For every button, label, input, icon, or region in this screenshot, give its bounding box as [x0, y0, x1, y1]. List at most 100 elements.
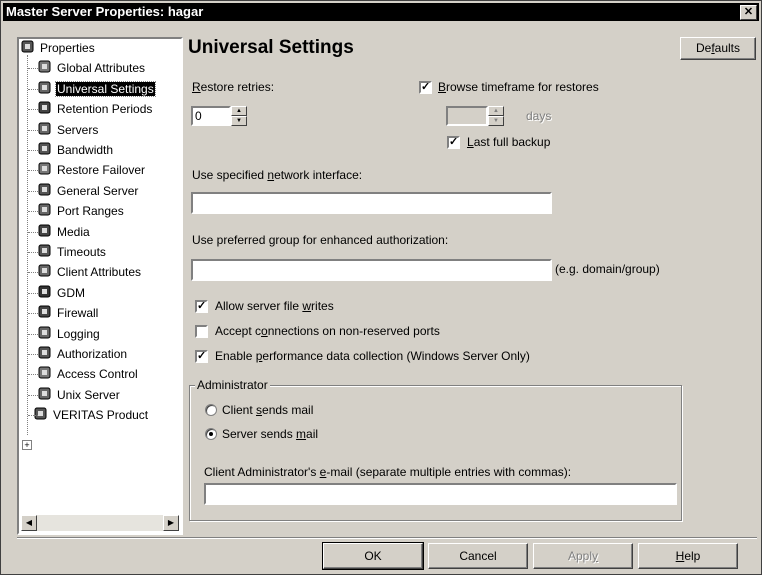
properties-tree[interactable]: VERITAS Product Unix Server Access Control… — [17, 37, 183, 535]
expand-veritas-product[interactable]: + — [22, 440, 32, 450]
days-input[interactable] — [446, 106, 488, 126]
properties-icon — [20, 40, 36, 54]
scroll-left-button[interactable]: ◀ — [21, 515, 37, 531]
global-attributes-icon — [37, 60, 53, 74]
restore-retries-spinner[interactable]: ▲ ▼ — [231, 106, 247, 126]
tree-item-gdm[interactable]: GDM — [28, 285, 86, 303]
tree-item-label: Logging — [57, 326, 100, 341]
tree-item-label: Authorization — [57, 347, 128, 361]
tree-item-global-attributes[interactable]: Global Attributes — [28, 60, 146, 78]
tree-branch-line — [28, 272, 38, 274]
tree-item-bandwidth[interactable]: Bandwidth — [28, 142, 114, 160]
preferred-group-input[interactable] — [191, 259, 552, 281]
restore-failover-icon — [37, 162, 53, 176]
gdm-icon — [37, 285, 53, 299]
tree-item-label: Universal Settings — [55, 80, 156, 97]
apply-mnemonic: y — [592, 549, 599, 563]
tree-item-general-server[interactable]: General Server — [28, 183, 139, 201]
tree-branch-line — [28, 150, 38, 151]
browse-timeframe-checkbox[interactable]: ✓ — [419, 81, 432, 94]
title-bar[interactable]: Master Server Properties: hagar ✕ — [3, 3, 759, 21]
client-attributes-icon — [37, 264, 53, 278]
tree-item-timeouts[interactable]: Timeouts — [28, 244, 107, 262]
performance-collection-label-b: erformance data collection (Windows Serv… — [262, 349, 530, 363]
help-button[interactable]: Help — [638, 543, 738, 569]
last-full-backup-checkbox[interactable]: ✓ — [447, 136, 460, 149]
restore-retries-label: Restore retries: — [192, 80, 274, 94]
tree-horizontal-scrollbar[interactable]: ◀ ▶ — [21, 515, 179, 531]
ok-label: OK — [364, 549, 382, 563]
days-label: days — [526, 109, 552, 123]
tree-item-label: Bandwidth — [57, 143, 114, 157]
non-reserved-ports-mnemonic: o — [261, 324, 268, 338]
tree-item-restore-failover[interactable]: Restore Failover — [28, 162, 146, 180]
retention-periods-icon — [37, 101, 53, 115]
tree-item-label: Unix Server — [57, 387, 120, 402]
tree-item-label: VERITAS Product — [53, 408, 149, 423]
server-sends-mail-radio[interactable] — [205, 428, 217, 440]
veritas-product-icon — [33, 407, 49, 421]
tree-item-client-attributes[interactable]: Client Attributes — [28, 264, 142, 282]
non-reserved-ports-label: Accept connections on non-reserved ports — [215, 324, 440, 338]
browse-timeframe-label-b: rowse timeframe for restores — [446, 80, 599, 94]
administrator-group-label: Administrator — [195, 378, 270, 392]
non-reserved-ports-label-a: Accept c — [215, 324, 262, 338]
spin-up-icon[interactable]: ▲ — [488, 106, 504, 116]
bandwidth-icon — [37, 142, 53, 156]
client-sends-label-a: Client — [222, 403, 257, 417]
allow-writes-label-a: Allow server file — [215, 299, 303, 313]
tree-branch-line — [28, 374, 38, 376]
general-server-icon — [37, 183, 53, 197]
last-full-backup-mnemonic: L — [467, 135, 474, 149]
ok-button[interactable]: OK — [322, 542, 424, 570]
plus-icon: + — [24, 440, 30, 450]
performance-collection-checkbox[interactable]: ✓ — [195, 350, 208, 363]
spin-up-icon[interactable]: ▲ — [231, 106, 247, 116]
restore-retries-label-b: estore retries: — [200, 80, 275, 94]
tree-item-label: Port Ranges — [57, 204, 124, 219]
tree-item-authorization[interactable]: Authorization — [28, 346, 128, 364]
unix-server-icon — [37, 387, 53, 401]
tree-item-servers[interactable]: Servers — [28, 122, 99, 140]
tree-item-logging[interactable]: Logging — [28, 326, 101, 344]
tree-item-retention-periods[interactable]: Retention Periods — [28, 101, 153, 119]
apply-button[interactable]: Apply — [533, 543, 633, 569]
network-interface-label: Use specified network interface: — [192, 168, 362, 182]
spin-down-icon[interactable]: ▼ — [231, 116, 247, 126]
spin-down-icon[interactable]: ▼ — [488, 116, 504, 126]
tree-item-access-control[interactable]: Access Control — [28, 366, 139, 384]
scroll-right-button[interactable]: ▶ — [163, 515, 179, 531]
tree-item-unix-server[interactable]: Unix Server — [28, 387, 121, 405]
last-full-backup-label: Last full backup — [467, 135, 550, 149]
tree-item-label: Client Attributes — [57, 265, 142, 280]
client-sends-mail-radio[interactable] — [205, 404, 217, 416]
allow-writes-checkbox[interactable]: ✓ — [195, 300, 208, 313]
admin-email-label-a: Client Administrator's — [204, 465, 320, 479]
defaults-button[interactable]: Defaults — [680, 37, 756, 60]
network-interface-input[interactable] — [191, 192, 552, 214]
logging-icon — [37, 326, 53, 340]
footer-divider — [17, 537, 757, 539]
performance-collection-label: Enable performance data collection (Wind… — [215, 349, 530, 363]
non-reserved-ports-checkbox[interactable] — [195, 325, 208, 338]
tree-item-universal-settings[interactable]: Universal Settings — [28, 80, 156, 99]
tree-item-properties[interactable]: Properties — [20, 40, 96, 58]
tree-item-firewall[interactable]: Firewall — [28, 305, 99, 323]
media-icon — [37, 224, 53, 238]
non-reserved-ports-label-b: nnections on non-reserved ports — [267, 324, 440, 338]
admin-email-input[interactable] — [204, 483, 677, 505]
authorization-icon — [37, 346, 53, 360]
days-spinner[interactable]: ▲ ▼ — [488, 106, 504, 126]
cancel-button[interactable]: Cancel — [428, 543, 528, 569]
tree-item-media[interactable]: Media — [28, 224, 91, 242]
browse-timeframe-mnemonic: B — [438, 80, 447, 94]
tree-branch-line — [28, 333, 38, 335]
close-button[interactable]: ✕ — [740, 5, 757, 20]
server-sends-label-b: ail — [306, 427, 319, 441]
tree-branch-line — [28, 109, 38, 111]
restore-retries-input[interactable]: 0 — [191, 106, 231, 126]
tree-item-veritas-product[interactable]: VERITAS Product — [28, 407, 149, 425]
admin-email-label-b: -mail (separate multiple entries with co… — [326, 465, 572, 479]
tree-item-port-ranges[interactable]: Port Ranges — [28, 203, 125, 221]
tree-branch-line — [28, 292, 38, 294]
